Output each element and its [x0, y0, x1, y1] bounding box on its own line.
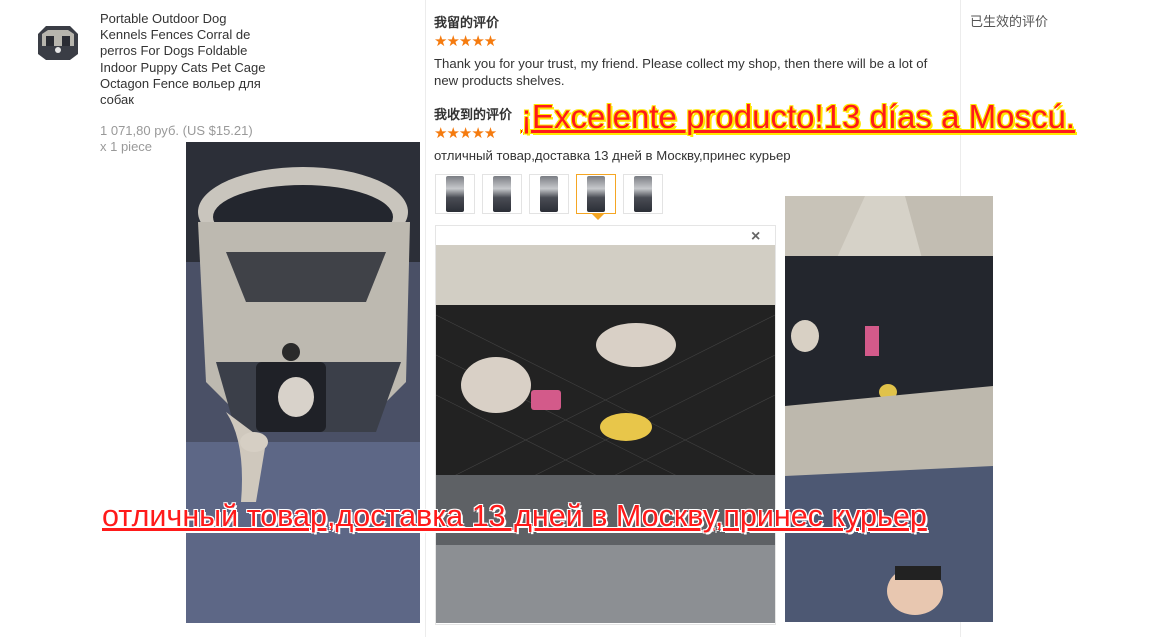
- selected-thumb-arrow-icon: [591, 213, 605, 220]
- product-quantity: x 1 piece: [100, 139, 153, 154]
- product-title[interactable]: Portable Outdoor Dog Kennels Fences Corr…: [100, 11, 270, 108]
- my-review-stars: ★★★★★: [434, 33, 497, 50]
- column-divider: [425, 0, 426, 637]
- review-thumbnail[interactable]: [529, 174, 569, 214]
- product-thumbnail[interactable]: [30, 20, 86, 64]
- effective-review-title: 已生效的评价: [970, 14, 1049, 29]
- received-review-title: 我收到的评价: [434, 107, 513, 122]
- product-price: 1 071,80 руб. (US $15.21): [100, 123, 253, 138]
- my-review-title: 我留的评价: [434, 15, 500, 30]
- close-icon[interactable]: ×: [751, 228, 760, 246]
- review-thumbnail[interactable]: [623, 174, 663, 214]
- image-viewer: [435, 225, 776, 625]
- review-thumbnail[interactable]: [482, 174, 522, 214]
- review-thumbnail[interactable]: [435, 174, 475, 214]
- overlay-caption-spanish: ¡Excelente producto!13 días a Moscú.: [521, 98, 1075, 135]
- overlay-caption-russian: отличный товар,доставка 13 дней в Москву…: [102, 499, 927, 533]
- my-review-text: Thank you for your trust, my friend. Ple…: [434, 56, 928, 88]
- review-photo-2[interactable]: [785, 196, 993, 622]
- received-review-stars: ★★★★★: [434, 125, 497, 142]
- received-review-text: отличный товар,доставка 13 дней в Москву…: [434, 148, 791, 163]
- review-photo-1[interactable]: [186, 142, 420, 623]
- review-thumbnail-active[interactable]: [576, 174, 616, 214]
